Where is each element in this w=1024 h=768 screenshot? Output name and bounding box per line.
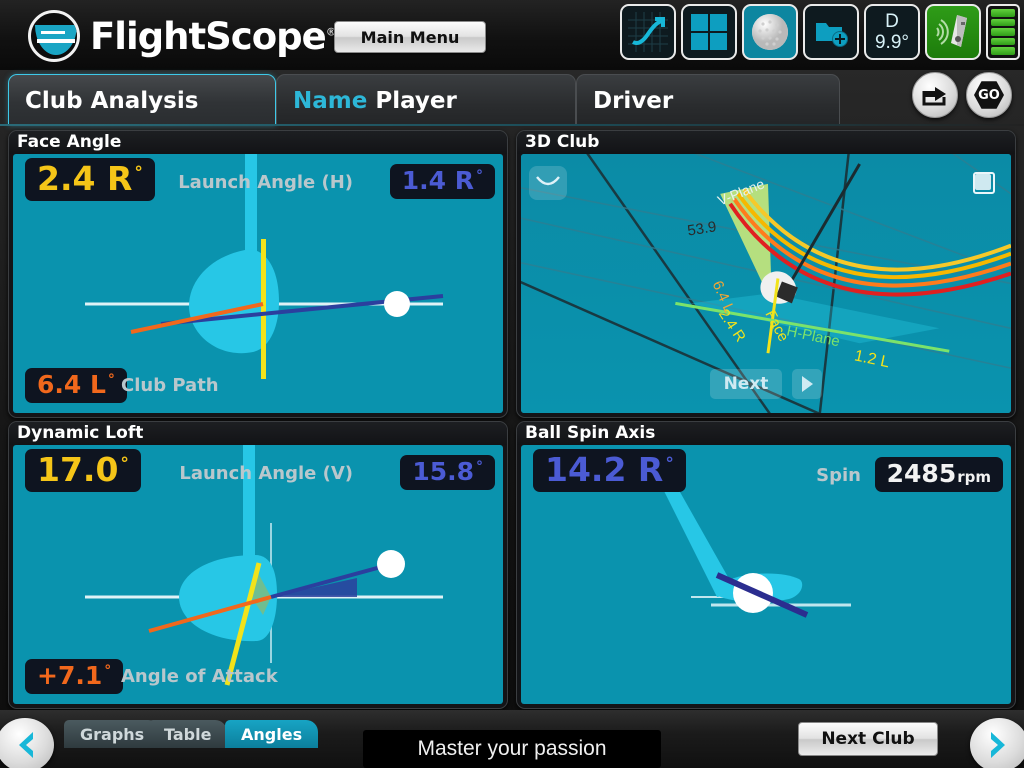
- top-icon-bar: D 9.9°: [620, 4, 1020, 60]
- club-path-chip: 6.4 L °: [25, 368, 127, 403]
- view-arc-icon[interactable]: [529, 166, 567, 200]
- tab-club-analysis[interactable]: Club Analysis: [8, 74, 276, 126]
- tab-player[interactable]: Name Player: [276, 74, 576, 126]
- tab-underline: [0, 124, 1024, 126]
- face-angle-value: 2.4 R: [37, 162, 132, 195]
- spin-label: Spin: [816, 465, 861, 486]
- view-tab-table[interactable]: Table: [148, 720, 227, 748]
- panel-face-angle: Face Angle 2.4 R ° Launch Angle (H) 1.4 …: [8, 130, 508, 418]
- spin-chip: 2485 rpm: [875, 457, 1003, 492]
- angle-of-attack-value: +7.1: [37, 663, 102, 688]
- club-loft-letter: D: [875, 12, 909, 31]
- main-menu-button[interactable]: Main Menu: [334, 21, 486, 53]
- ball-spin-axis-unit: °: [665, 456, 674, 473]
- club-path-value: 6.4 L: [37, 372, 106, 397]
- angle-of-attack-unit: °: [104, 664, 111, 678]
- go-button[interactable]: GO: [966, 72, 1012, 118]
- 3d-next-controls: Next: [710, 369, 822, 399]
- flightscope-logo-icon: [28, 10, 80, 62]
- dynamic-loft-unit: °: [120, 456, 129, 473]
- next-shot-button[interactable]: [970, 718, 1024, 768]
- battery-icon[interactable]: [986, 4, 1020, 60]
- angle-of-attack-chip: +7.1 °: [25, 659, 123, 694]
- launch-angle-h-label: Launch Angle (H): [178, 172, 353, 193]
- golf-ball-icon[interactable]: [742, 4, 798, 60]
- launch-angle-v-unit: °: [476, 460, 483, 474]
- club-loft-value: 9.9°: [875, 33, 909, 52]
- trajectory-icon[interactable]: [620, 4, 676, 60]
- panel-ball-spin-axis-body: 14.2 R ° Spin 2485 rpm: [521, 445, 1011, 704]
- angle-of-attack-label: Angle of Attack: [121, 666, 278, 687]
- launch-angle-h-value: 1.4 R: [402, 168, 474, 193]
- go-label: GO: [974, 80, 1004, 110]
- panel-ball-spin-axis-title: Ball Spin Axis: [517, 422, 1015, 445]
- panel-3d-club-title: 3D Club: [517, 131, 1015, 154]
- tab-bar: Club Analysis Name Player Driver: [0, 70, 1024, 126]
- expand-view-icon[interactable]: [965, 166, 1003, 200]
- panel-3d-club: 3D Club: [516, 130, 1016, 418]
- launch-angle-v-value: 15.8: [412, 459, 474, 484]
- flightscope-app: FlightScope® Main Menu: [0, 0, 1024, 768]
- share-icon: [922, 83, 948, 107]
- spin-unit: rpm: [957, 470, 991, 485]
- panel-dynamic-loft-title: Dynamic Loft: [9, 422, 507, 445]
- next-club-button[interactable]: Next Club: [798, 722, 938, 756]
- add-club-icon[interactable]: [803, 4, 859, 60]
- dynamic-loft-value-chip: 17.0 °: [25, 449, 141, 492]
- tab-club-selector[interactable]: Driver: [576, 74, 840, 126]
- launch-angle-h-chip: 1.4 R °: [390, 164, 495, 199]
- launch-angle-v-chip: 15.8 °: [400, 455, 495, 490]
- top-bar: FlightScope® Main Menu: [0, 0, 1024, 70]
- ball-spin-axis-value-chip: 14.2 R °: [533, 449, 686, 492]
- tab-club-analysis-label: Club Analysis: [25, 88, 198, 114]
- 3d-next-button[interactable]: Next: [710, 369, 782, 399]
- brand-logo: FlightScope®: [28, 10, 336, 62]
- club-loft-icon[interactable]: D 9.9°: [864, 4, 920, 60]
- brand-name: FlightScope®: [90, 15, 336, 58]
- launch-angle-v-label: Launch Angle (V): [179, 463, 353, 484]
- club-path-unit: °: [108, 373, 115, 387]
- grid-view-icon[interactable]: [681, 4, 737, 60]
- slogan-banner: Master your passion: [363, 730, 661, 768]
- launch-angle-h-unit: °: [476, 169, 483, 183]
- view-tab-graphs[interactable]: Graphs: [64, 720, 160, 748]
- panel-face-angle-title: Face Angle: [9, 131, 507, 154]
- tab-club-label: Driver: [593, 88, 673, 114]
- view-tab-angles[interactable]: Angles: [225, 720, 318, 748]
- prev-shot-button[interactable]: [0, 718, 54, 768]
- spin-value: 2485: [887, 461, 957, 486]
- face-angle-unit: °: [134, 165, 143, 182]
- share-button[interactable]: [912, 72, 958, 118]
- face-angle-value-chip: 2.4 R °: [25, 158, 155, 201]
- panel-dynamic-loft-body: 17.0 ° Launch Angle (V) 15.8 ° +7.1 ° An…: [13, 445, 503, 704]
- panel-ball-spin-axis: Ball Spin Axis 14.2 R ° Spin 2485 rpm: [516, 421, 1016, 709]
- panel-3d-club-body: 53.9 V-Plane 6.4 L 2.4 R Face H-Plane 1.…: [521, 154, 1011, 413]
- radar-unit-icon[interactable]: [925, 4, 981, 60]
- tab-player-name-value: Player: [375, 88, 457, 114]
- panel-face-angle-body: 2.4 R ° Launch Angle (H) 1.4 R ° 6.4 L °…: [13, 154, 503, 413]
- tab-player-name-label: Name: [293, 88, 367, 114]
- 3d-next-arrow-icon[interactable]: [792, 369, 822, 399]
- ball-spin-axis-value: 14.2 R: [545, 453, 663, 486]
- next-arrow-icon: [987, 730, 1011, 760]
- dynamic-loft-value: 17.0: [37, 453, 118, 486]
- prev-arrow-icon: [13, 730, 37, 760]
- panel-dynamic-loft: Dynamic Loft 17.0 ° Launch Angle (V): [8, 421, 508, 709]
- club-path-label: Club Path: [121, 375, 219, 396]
